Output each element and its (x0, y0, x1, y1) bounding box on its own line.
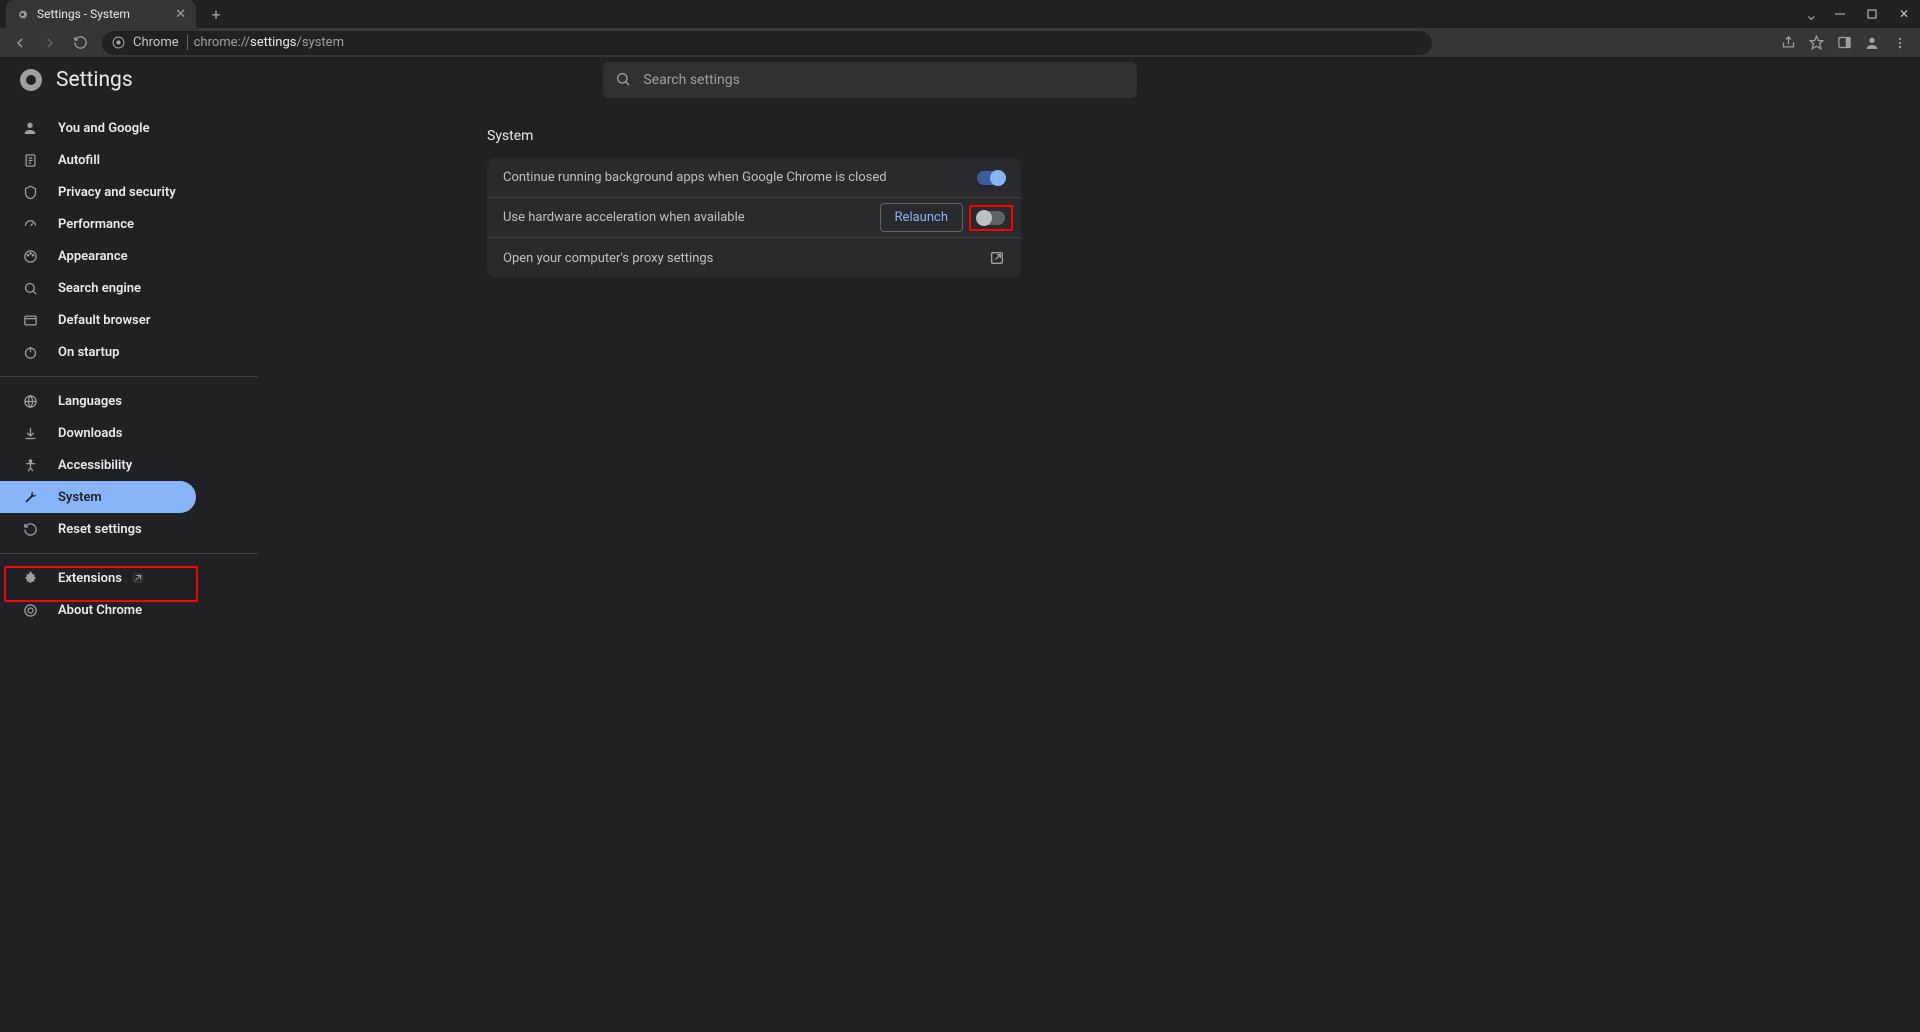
minimize-button[interactable] (1824, 0, 1856, 28)
sidebar-item-accessibility[interactable]: Accessibility (0, 449, 196, 481)
sidebar-item-reset-settings[interactable]: Reset settings (0, 513, 196, 545)
tab-search-caret-icon[interactable]: ⌄ (1805, 5, 1818, 24)
power-icon (20, 345, 40, 360)
url-prefix: chrome:// (194, 35, 250, 50)
sidebar-item-label: Search engine (58, 281, 141, 296)
nav-back-button[interactable] (8, 31, 32, 55)
sidebar-separator (0, 553, 258, 554)
clipboard-icon (20, 153, 40, 168)
gear-icon (16, 8, 29, 21)
sidebar-item-label: Languages (58, 394, 122, 409)
person-icon (20, 120, 40, 136)
nav-forward-button[interactable] (38, 31, 62, 55)
section-title: System (487, 128, 1920, 144)
close-tab-icon[interactable]: ✕ (175, 7, 186, 22)
setting-label: Continue running background apps when Go… (503, 170, 887, 185)
sidebar-item-downloads[interactable]: Downloads (0, 417, 196, 449)
close-window-button[interactable]: ✕ (1888, 0, 1920, 28)
sidebar-item-extensions[interactable]: Extensions (0, 562, 196, 594)
background-apps-toggle[interactable] (977, 171, 1005, 185)
search-settings-input[interactable] (603, 62, 1137, 98)
sidebar-item-label: Accessibility (58, 458, 132, 473)
sidebar-item-performance[interactable]: Performance (0, 208, 196, 240)
sidebar-item-you-and-google[interactable]: You and Google (0, 112, 196, 144)
chrome-logo-icon (20, 69, 42, 91)
sidebar-item-search-engine[interactable]: Search engine (0, 272, 196, 304)
open-external-icon (989, 250, 1005, 266)
search-icon (20, 281, 40, 296)
sidebar-item-autofill[interactable]: Autofill (0, 144, 196, 176)
external-link-icon (132, 572, 144, 584)
address-bar[interactable]: Chrome chrome:// settings /system (102, 31, 1432, 55)
sidebar-item-appearance[interactable]: Appearance (0, 240, 196, 272)
omnibox-context-label: Chrome (133, 35, 188, 50)
speedometer-icon (20, 217, 40, 232)
share-button[interactable] (1776, 31, 1800, 55)
titlebar: Settings - System ✕ + ⌄ ✕ (0, 0, 1920, 28)
wrench-icon (20, 490, 40, 505)
sidebar-separator (0, 376, 258, 377)
sidebar-item-default-browser[interactable]: Default browser (0, 304, 196, 336)
browser-tab[interactable]: Settings - System ✕ (6, 0, 196, 28)
system-settings-card: Continue running background apps when Go… (487, 158, 1021, 278)
settings-sidebar: You and Google Autofill Privacy and secu… (0, 104, 258, 1032)
sidebar-item-label: Extensions (58, 571, 122, 586)
hardware-accel-toggle[interactable] (977, 211, 1005, 225)
download-icon (20, 426, 40, 441)
setting-label: Use hardware acceleration when available (503, 210, 745, 225)
new-tab-button[interactable]: + (202, 0, 230, 28)
sidebar-item-system[interactable]: System (0, 481, 196, 513)
url-suffix: /system (296, 35, 343, 50)
search-icon (615, 71, 631, 87)
profile-button[interactable] (1860, 31, 1884, 55)
tab-title: Settings - System (37, 7, 175, 21)
globe-icon (20, 394, 40, 409)
sidebar-item-languages[interactable]: Languages (0, 385, 196, 417)
sidebar-item-label: Appearance (58, 249, 128, 264)
sidebar-item-label: Reset settings (58, 522, 142, 537)
settings-header: Settings (0, 57, 1920, 104)
sidebar-item-on-startup[interactable]: On startup (0, 336, 196, 368)
sidebar-item-label: Default browser (58, 313, 150, 328)
side-panel-button[interactable] (1832, 31, 1856, 55)
chrome-icon (20, 603, 40, 618)
browser-toolbar: Chrome chrome:// settings /system (0, 28, 1920, 57)
sidebar-item-privacy[interactable]: Privacy and security (0, 176, 196, 208)
sidebar-item-about-chrome[interactable]: About Chrome (0, 594, 196, 626)
restore-icon (20, 522, 40, 537)
url-bold-segment: settings (250, 35, 296, 50)
shield-icon (20, 185, 40, 200)
sidebar-item-label: Downloads (58, 426, 122, 441)
page-title: Settings (56, 68, 133, 92)
puzzle-icon (20, 571, 40, 586)
maximize-button[interactable] (1856, 0, 1888, 28)
browser-icon (20, 313, 40, 328)
relaunch-button[interactable]: Relaunch (880, 203, 963, 232)
setting-label: Open your computer's proxy settings (503, 251, 713, 266)
sidebar-item-label: You and Google (58, 121, 150, 136)
settings-content: System Continue running background apps … (258, 104, 1920, 1032)
setting-row-proxy[interactable]: Open your computer's proxy settings (487, 238, 1021, 278)
sidebar-item-label: About Chrome (58, 603, 142, 618)
palette-icon (20, 249, 40, 264)
window-controls: ⌄ ✕ (1805, 0, 1920, 28)
chrome-url-icon (112, 36, 125, 49)
sidebar-item-label: System (58, 490, 102, 505)
accessibility-icon (20, 458, 40, 473)
sidebar-item-label: On startup (58, 345, 119, 360)
reload-button[interactable] (68, 31, 92, 55)
bookmark-button[interactable] (1804, 31, 1828, 55)
setting-row-background-apps: Continue running background apps when Go… (487, 158, 1021, 198)
sidebar-item-label: Performance (58, 217, 134, 232)
sidebar-item-label: Autofill (58, 153, 100, 168)
kebab-menu-button[interactable] (1888, 31, 1912, 55)
sidebar-item-label: Privacy and security (58, 185, 176, 200)
setting-row-hardware-accel: Use hardware acceleration when available… (487, 198, 1021, 238)
